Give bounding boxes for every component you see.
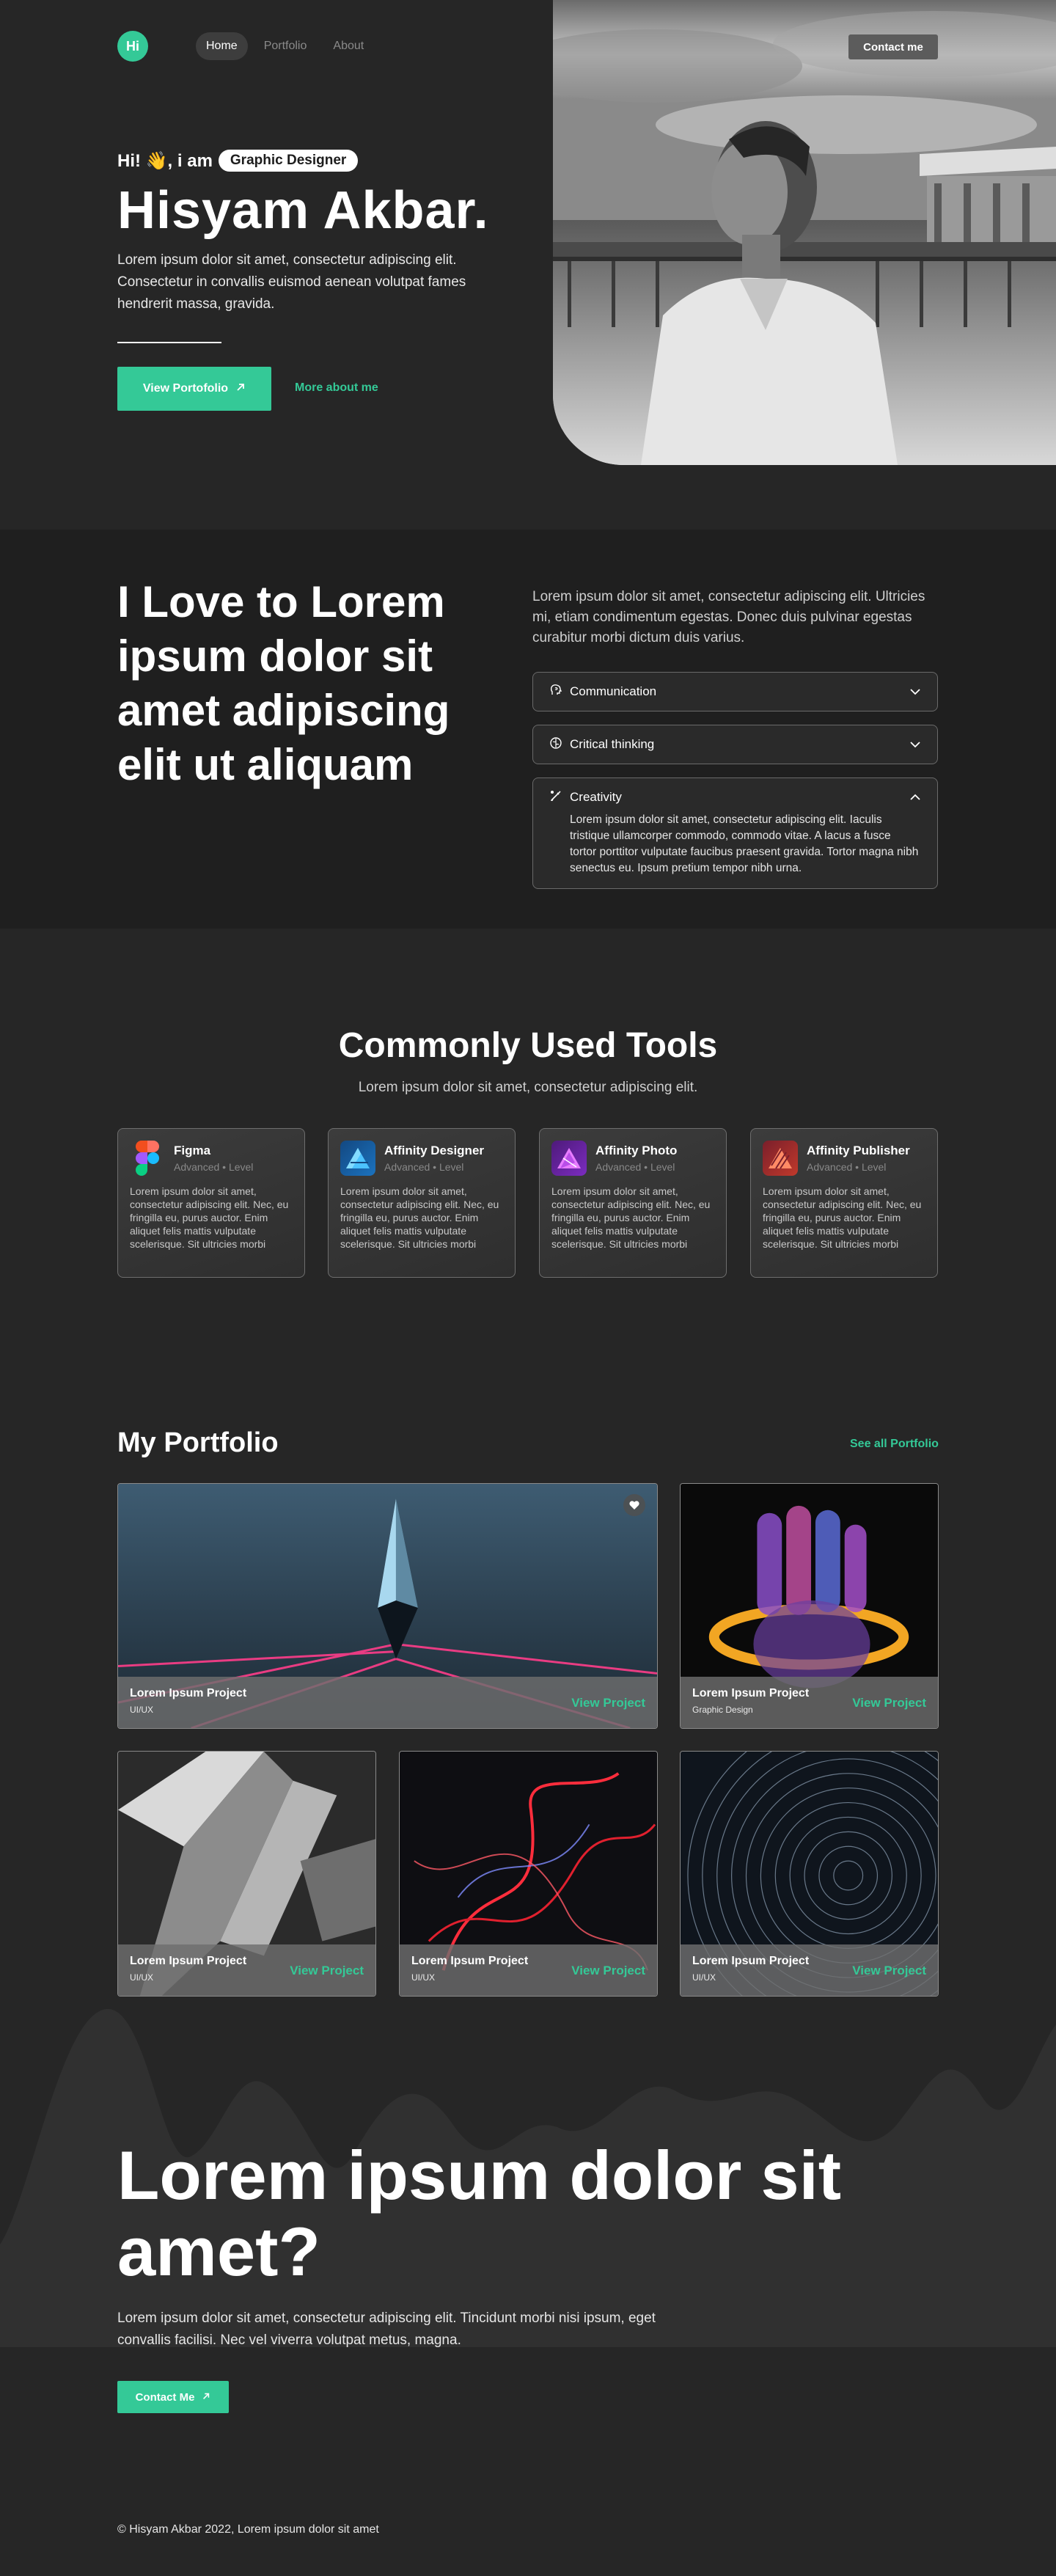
tool-description: Lorem ipsum dolor sit amet, consectetur … bbox=[340, 1185, 499, 1250]
affinity-publisher-icon bbox=[763, 1141, 798, 1176]
page: Hi Home Portfolio About Contact me Hi! 👋… bbox=[0, 0, 1056, 2576]
portfolio-card[interactable]: Lorem Ipsum Project UI/UX View Project bbox=[117, 1483, 658, 1729]
skills-title: I Love to Lorem ipsum dolor sit amet adi… bbox=[117, 577, 450, 789]
chevron-down-icon bbox=[909, 684, 921, 699]
accordion-header[interactable]: Critical thinking bbox=[533, 725, 937, 764]
tools-title: Commonly Used Tools bbox=[338, 1026, 718, 1065]
speech-head-icon bbox=[549, 684, 562, 700]
view-project-link[interactable]: View Project bbox=[571, 1964, 645, 1978]
accordion-communication[interactable]: Communication bbox=[532, 672, 938, 711]
logo[interactable]: Hi bbox=[117, 31, 148, 62]
accordion-header[interactable]: Creativity bbox=[533, 778, 937, 816]
tool-description: Lorem ipsum dolor sit amet, consectetur … bbox=[130, 1185, 289, 1250]
tool-level: Advanced • Level bbox=[595, 1161, 675, 1173]
skills-description: Lorem ipsum dolor sit amet, consectetur … bbox=[532, 589, 925, 645]
tool-card-affinity-photo[interactable]: Affinity Photo Advanced • Level Lorem ip… bbox=[539, 1128, 727, 1278]
portfolio-title: My Portfolio bbox=[117, 1427, 279, 1458]
accordion-creativity[interactable]: Creativity Lorem ipsum dolor sit amet, c… bbox=[532, 777, 938, 889]
project-name: Lorem Ipsum Project bbox=[130, 1687, 247, 1699]
more-about-me-link[interactable]: More about me bbox=[295, 381, 378, 395]
cta-description: Lorem ipsum dolor sit amet, consectetur … bbox=[117, 2310, 656, 2348]
contact-me-button[interactable]: Contact me bbox=[848, 34, 938, 59]
project-category: UI/UX bbox=[130, 1705, 154, 1715]
view-project-link[interactable]: View Project bbox=[852, 1964, 926, 1978]
accordion-label: Communication bbox=[570, 684, 657, 698]
role-badge: Graphic Designer bbox=[218, 150, 359, 172]
affinity-designer-icon bbox=[340, 1141, 375, 1176]
accordion-label: Creativity bbox=[570, 790, 622, 804]
chevron-up-icon bbox=[909, 790, 921, 805]
portfolio-card[interactable]: Lorem Ipsum Project UI/UX View Project bbox=[680, 1751, 939, 1997]
accordion-label: Critical thinking bbox=[570, 737, 655, 751]
accordion-header[interactable]: Communication bbox=[533, 673, 937, 711]
main-nav: Home Portfolio About bbox=[196, 32, 374, 60]
arrow-up-right-icon bbox=[235, 382, 246, 396]
hero-photo bbox=[553, 0, 1056, 465]
nav-home[interactable]: Home bbox=[196, 32, 248, 60]
view-project-link[interactable]: View Project bbox=[571, 1696, 645, 1710]
hero-photo-illustration bbox=[553, 0, 1056, 465]
accordion-critical-thinking[interactable]: Critical thinking bbox=[532, 725, 938, 764]
portfolio-card[interactable]: Lorem Ipsum Project UI/UX View Project bbox=[117, 1751, 376, 1997]
greeting-text: Hi! 👋, i am bbox=[117, 150, 213, 171]
see-all-portfolio-link[interactable]: See all Portfolio bbox=[850, 1438, 939, 1451]
arrow-up-right-icon bbox=[202, 2391, 210, 2404]
nav-about[interactable]: About bbox=[323, 32, 374, 60]
portfolio-card[interactable]: Lorem Ipsum Project UI/UX View Project bbox=[399, 1751, 658, 1997]
view-portfolio-button[interactable]: View Portofolio bbox=[117, 367, 271, 411]
nav-portfolio[interactable]: Portfolio bbox=[254, 32, 318, 60]
tool-description: Lorem ipsum dolor sit amet, consectetur … bbox=[763, 1185, 922, 1250]
hero-section: Hi Home Portfolio About Contact me Hi! 👋… bbox=[0, 0, 1056, 530]
view-project-link[interactable]: View Project bbox=[290, 1964, 364, 1978]
tool-description: Lorem ipsum dolor sit amet, consectetur … bbox=[551, 1185, 711, 1250]
tools-subtitle: Lorem ipsum dolor sit amet, consectetur … bbox=[358, 1080, 698, 1095]
cta-title: Lorem ipsum dolor sit amet? bbox=[117, 2137, 842, 2290]
view-portfolio-label: View Portofolio bbox=[142, 382, 229, 395]
tool-level: Advanced • Level bbox=[807, 1161, 887, 1173]
brain-icon bbox=[549, 736, 562, 753]
tool-name: Affinity Designer bbox=[384, 1144, 485, 1157]
tool-level: Advanced • Level bbox=[384, 1161, 464, 1173]
tool-card-affinity-designer[interactable]: Affinity Designer Advanced • Level Lorem… bbox=[328, 1128, 516, 1278]
portfolio-card[interactable]: Lorem Ipsum Project Graphic Design View … bbox=[680, 1483, 939, 1729]
project-info-bar: Lorem Ipsum Project Graphic Design View … bbox=[681, 1677, 938, 1728]
hero-description: Lorem ipsum dolor sit amet, consectetur … bbox=[117, 252, 466, 312]
tool-card-figma[interactable]: Figma Advanced • Level Lorem ipsum dolor… bbox=[117, 1128, 305, 1278]
chevron-down-icon bbox=[909, 737, 921, 752]
tool-level: Advanced • Level bbox=[174, 1161, 254, 1173]
tool-name: Figma bbox=[174, 1144, 211, 1157]
tool-name: Affinity Photo bbox=[595, 1144, 678, 1157]
contact-me-cta-button[interactable]: Contact Me bbox=[117, 2381, 229, 2413]
tool-card-affinity-publisher[interactable]: Affinity Publisher Advanced • Level Lore… bbox=[750, 1128, 938, 1278]
view-project-link[interactable]: View Project bbox=[852, 1696, 926, 1710]
affinity-photo-icon bbox=[551, 1141, 587, 1176]
footer-text: © Hisyam Akbar 2022, Lorem ipsum dolor s… bbox=[117, 2523, 379, 2536]
figma-icon bbox=[130, 1141, 165, 1176]
hero-greeting: Hi! 👋, i am Graphic Designer bbox=[117, 150, 359, 172]
tool-name: Affinity Publisher bbox=[807, 1144, 910, 1157]
hero-name: Hisyam Akbar. bbox=[117, 181, 489, 240]
skills-section: I Love to Lorem ipsum dolor sit amet adi… bbox=[0, 530, 1056, 929]
hero-divider bbox=[117, 342, 221, 343]
heart-icon[interactable] bbox=[623, 1494, 645, 1516]
paint-brush-icon bbox=[549, 789, 562, 806]
contact-me-label: Contact Me bbox=[135, 2390, 195, 2404]
accordion-body: Lorem ipsum dolor sit amet, consectetur … bbox=[570, 813, 919, 874]
project-info-bar: Lorem Ipsum Project UI/UX View Project bbox=[118, 1677, 657, 1728]
